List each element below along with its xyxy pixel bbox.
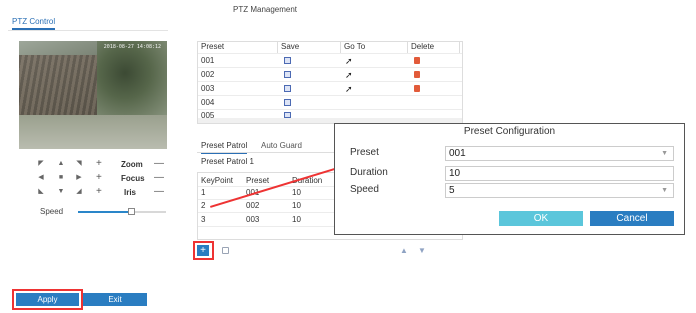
zoom-label: Zoom [121,160,143,169]
video-ground-area [19,115,167,149]
speed-select[interactable]: 5 ▼ [445,183,674,198]
keypoint-cell: 2 [201,201,206,210]
preset-id: 003 [201,84,215,93]
preset-cell: 003 [246,215,260,224]
arrow-right-icon[interactable]: ▶ [75,174,83,182]
move-down-icon[interactable]: ▼ [418,246,426,255]
focus-label: Focus [121,174,145,183]
tab-ptz-control[interactable]: PTZ Control [12,17,56,30]
row-line [198,109,462,110]
goto-arrow-icon[interactable]: ➚ [345,71,353,80]
preset-id: 005 [201,111,215,118]
move-up-icon[interactable]: ▲ [400,246,408,255]
duration-cell: 10 [292,188,301,197]
duration-cell: 10 [292,201,301,210]
preset-col-header: Preset [246,176,270,185]
patrol-name[interactable]: Preset Patrol 1 [201,157,254,166]
goto-col-header: Go To [344,42,366,51]
arrow-down-left-icon[interactable]: ◣ [37,188,45,196]
focus-far-button[interactable]: — [154,173,164,183]
duration-input-value: 10 [449,168,461,179]
delete-keypoint-icon[interactable] [222,247,229,254]
save-icon[interactable] [284,71,291,78]
delete-icon[interactable] [414,85,420,92]
exit-button[interactable]: Exit [83,293,147,306]
duration-field-label: Duration [350,167,388,178]
preset-id: 001 [201,56,215,65]
row-line [198,67,462,68]
cancel-button[interactable]: Cancel [590,211,674,226]
arrow-up-right-icon[interactable]: ◥ [75,160,83,168]
keypoint-cell: 1 [201,188,206,197]
iris-close-button[interactable]: — [154,187,164,197]
chevron-down-icon: ▼ [661,187,668,194]
zoom-out-button[interactable]: — [154,159,164,169]
focus-near-button[interactable]: + [96,173,102,183]
arrow-down-icon[interactable]: ▼ [57,188,65,196]
col-divider [340,41,341,53]
preset-id: 004 [201,98,215,107]
preset-field-label: Preset [350,147,379,158]
delete-col-header: Delete [411,42,435,51]
row-line [198,95,462,96]
speed-select-value: 5 [449,185,455,196]
arrow-left-icon[interactable]: ◀ [37,174,45,182]
preset-select[interactable]: 001 ▼ [445,146,674,161]
page-title: PTZ Management [233,5,298,14]
goto-arrow-icon[interactable]: ➚ [345,57,353,66]
header-row-line [198,53,462,54]
speed-field-label: Speed [350,184,379,195]
apply-highlight-box [12,289,83,310]
stop-icon[interactable]: ■ [57,174,65,182]
iris-open-button[interactable]: + [96,187,102,197]
arrow-up-left-icon[interactable]: ◤ [37,160,45,168]
tab-auto-guard[interactable]: Auto Guard [261,141,302,150]
keypoint-cell: 3 [201,215,206,224]
preset-id: 002 [201,70,215,79]
save-icon[interactable] [284,99,291,106]
preset-col-header: Preset [201,42,225,51]
save-col-header: Save [281,42,300,51]
duration-cell: 10 [292,215,301,224]
preset-select-value: 001 [449,148,466,159]
save-icon[interactable] [284,57,291,64]
video-trees-area [97,41,167,121]
delete-icon[interactable] [414,71,420,78]
keypoint-col-header: KeyPoint [201,176,234,185]
dialog-title: Preset Configuration [463,126,556,137]
ok-button[interactable]: OK [499,211,583,226]
video-osd-timestamp: 2018-08-27 14:08:12 [103,44,161,50]
live-video-view[interactable]: 2018-08-27 14:08:12 [19,41,167,149]
add-highlight-box [193,241,214,260]
delete-icon[interactable] [414,57,420,64]
arrow-up-icon[interactable]: ▲ [57,160,65,168]
speed-label: Speed [40,207,64,216]
speed-slider-handle[interactable] [128,208,135,215]
tab-divider [8,30,168,31]
col-divider [459,41,460,53]
row-line [198,81,462,82]
speed-slider-fill [78,211,131,213]
zoom-in-button[interactable]: + [96,159,102,169]
col-divider [407,41,408,53]
arrow-down-right-icon[interactable]: ◢ [75,188,83,196]
chevron-down-icon: ▼ [661,150,668,157]
col-divider [277,41,278,53]
duration-input[interactable]: 10 [445,166,674,181]
goto-arrow-icon[interactable]: ➚ [345,85,353,94]
preset-cell: 002 [246,201,260,210]
save-icon[interactable] [284,85,291,92]
iris-label: Iris [124,188,137,197]
